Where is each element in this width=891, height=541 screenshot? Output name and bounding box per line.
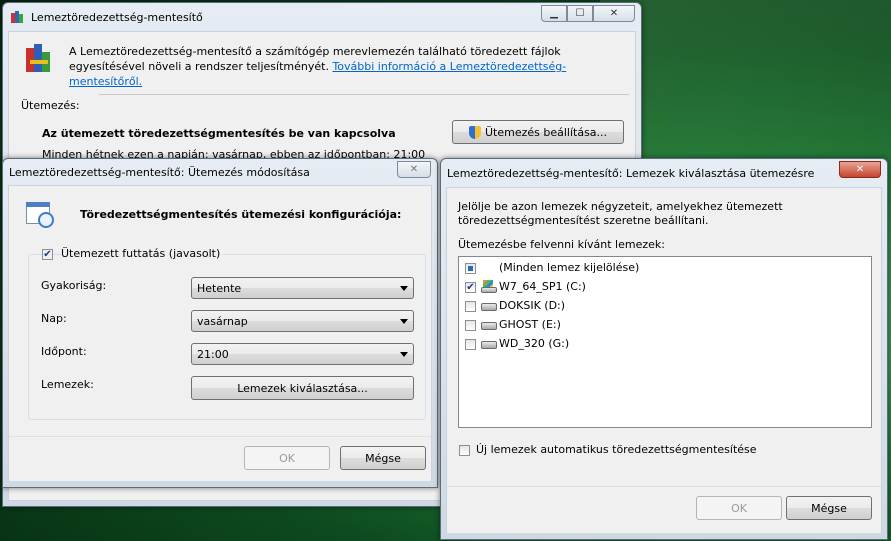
disk-label-g: WD_320 (G:): [499, 337, 570, 350]
chevron-down-icon: [400, 352, 408, 357]
frequency-label: Gyakoriság:: [41, 279, 107, 292]
defrag-large-icon: [26, 44, 54, 74]
time-value: 21:00: [197, 347, 229, 361]
schedule-divider: [99, 94, 629, 95]
disk-label-e: GHOST (E:): [499, 318, 561, 331]
disks-dialog: Lemeztöredezettség-mentesítő: Lemezek ki…: [440, 158, 888, 540]
description-text: A Lemeztöredezettség-mentesítő a számító…: [69, 44, 629, 89]
schedule-cancel-button[interactable]: Mégse: [340, 446, 426, 470]
select-all-checkbox[interactable]: [465, 263, 476, 274]
time-label: Időpont:: [41, 345, 87, 358]
disks-list-label: Ütemezésbe felvenni kívánt lemezek:: [458, 238, 665, 251]
calendar-clock-icon: [26, 200, 56, 230]
disks-instructions-line2: töredezettségmentesítést szeretne beállí…: [458, 214, 709, 227]
day-select[interactable]: vasárnap: [191, 310, 414, 332]
disks-titlebar[interactable]: Lemeztöredezettség-mentesítő: Lemezek ki…: [441, 159, 887, 187]
hard-drive-icon: [481, 322, 497, 330]
day-label: Nap:: [41, 312, 67, 325]
day-value: vasárnap: [197, 314, 248, 328]
defrag-app-icon: [11, 10, 25, 24]
disks-client-area: Jelölje be azon lemezek négyzeteit, amel…: [446, 187, 882, 533]
hard-drive-icon: [481, 303, 497, 311]
disk-checkbox-e[interactable]: [465, 320, 476, 331]
configure-schedule-label: Ütemezés beállítása...: [484, 125, 608, 139]
disks-caption-buttons: ✕: [839, 161, 881, 178]
disks-instructions-line1: Jelölje be azon lemezek négyzeteit, amel…: [458, 200, 783, 213]
schedule-close-button[interactable]: ✕: [397, 161, 431, 178]
main-window-title: Lemeztöredezettség-mentesítő: [31, 10, 203, 24]
schedule-ok-button[interactable]: OK: [244, 446, 330, 470]
disk-checkbox-c[interactable]: ✔: [465, 282, 476, 293]
time-select[interactable]: 21:00: [191, 343, 414, 365]
disk-checkbox-d[interactable]: [465, 301, 476, 312]
main-caption-buttons: ▁ ☐ ✕: [541, 5, 635, 22]
maximize-button[interactable]: ☐: [567, 5, 593, 22]
configure-schedule-button[interactable]: Ütemezés beállítása...: [452, 120, 624, 144]
minimize-button[interactable]: ▁: [541, 5, 567, 22]
shield-icon: [468, 125, 481, 139]
disks-ok-button[interactable]: OK: [696, 496, 782, 520]
disks-dialog-title: Lemeztöredezettség-mentesítő: Lemezek ki…: [447, 166, 815, 180]
schedule-heading: Ütemezés:: [21, 99, 80, 112]
schedule-config-heading: Töredezettségmentesítés ütemezési konfig…: [80, 208, 402, 221]
run-scheduled-checkbox[interactable]: ✔: [42, 249, 53, 260]
schedule-dialog: Lemeztöredezettség-mentesítő: Ütemezés m…: [2, 158, 438, 488]
disks-label: Lemezek:: [41, 378, 94, 391]
select-disks-button[interactable]: Lemezek kiválasztása...: [191, 376, 414, 400]
schedule-dialog-title: Lemeztöredezettség-mentesítő: Ütemezés m…: [9, 165, 310, 179]
frequency-value: Hetente: [197, 281, 242, 295]
schedule-status: Az ütemezett töredezettségmentesítés be …: [42, 127, 396, 140]
schedule-caption-buttons: ✕: [397, 161, 431, 178]
auto-new-disks-label: Új lemezek automatikus töredezettségment…: [476, 443, 757, 456]
disk-label-d: DOKSIK (D:): [499, 299, 566, 312]
hard-drive-icon: [481, 341, 497, 349]
system-drive-icon: [481, 280, 497, 294]
chevron-down-icon: [400, 319, 408, 324]
disks-listbox[interactable]: (Minden lemez kijelölése) ✔ W7_64_SP1 (C…: [458, 256, 872, 428]
schedule-client-area: Töredezettségmentesítés ütemezési konfig…: [8, 185, 432, 481]
chevron-down-icon: [400, 286, 408, 291]
disks-close-button[interactable]: ✕: [839, 161, 881, 178]
disk-label-c: W7_64_SP1 (C:): [499, 280, 586, 293]
auto-new-disks-checkbox[interactable]: [459, 445, 470, 456]
frequency-select[interactable]: Hetente: [191, 277, 414, 299]
run-scheduled-label: Ütemezett futtatás (javasolt): [61, 247, 224, 260]
disks-instructions: Jelölje be azon lemezek négyzeteit, amel…: [458, 200, 783, 228]
select-all-label: (Minden lemez kijelölése): [499, 261, 640, 274]
disks-cancel-button[interactable]: Mégse: [786, 496, 872, 520]
schedule-titlebar[interactable]: Lemeztöredezettség-mentesítő: Ütemezés m…: [3, 159, 437, 185]
disk-checkbox-g[interactable]: [465, 339, 476, 350]
close-button[interactable]: ✕: [593, 5, 635, 22]
